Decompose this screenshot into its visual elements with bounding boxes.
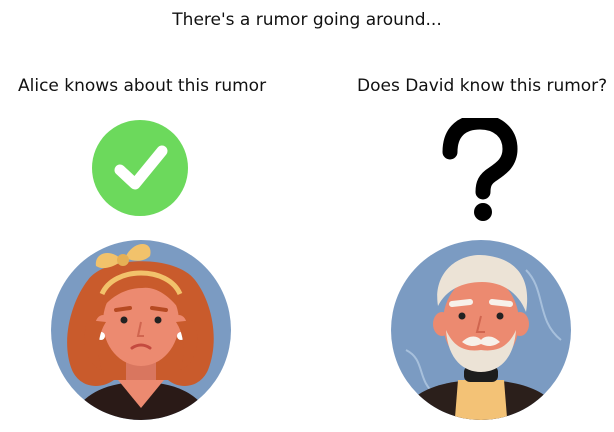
alice-avatar-icon [51, 240, 231, 420]
david-avatar-icon [391, 240, 571, 420]
question-mark-icon [442, 118, 518, 221]
check-circle-icon [92, 120, 188, 216]
diagram-title: There's a rumor going around... [172, 10, 442, 30]
david-label: Does David know this rumor? [357, 76, 608, 96]
alice-label: Alice knows about this rumor [18, 76, 267, 96]
